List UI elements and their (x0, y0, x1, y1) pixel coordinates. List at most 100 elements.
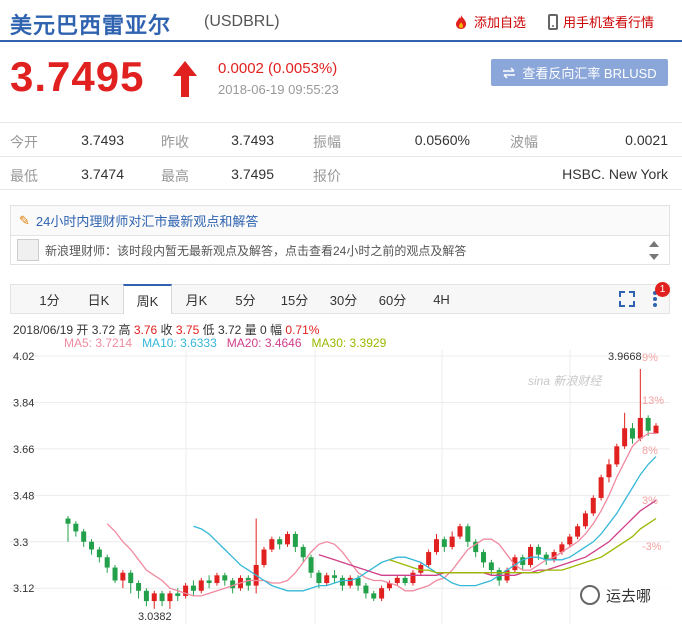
high-value: 3.76 (133, 323, 158, 337)
page-title: 美元巴西雷亚尔 (10, 13, 172, 38)
legend-ma30: MA30: 3.3929 (311, 336, 387, 350)
candle-body (614, 446, 620, 465)
amplitude-value: 0.71% (285, 323, 320, 337)
add-watchlist-button[interactable]: 添加自选 (453, 12, 526, 31)
candle-body (136, 583, 142, 591)
candle-body (528, 546, 534, 565)
candle-body (418, 564, 424, 573)
stat-label-open: 今开 (10, 134, 38, 150)
candle-body (120, 572, 126, 581)
reverse-rate-label: 查看反向汇率 BRLUSD (522, 66, 657, 81)
mobile-view-button[interactable]: 用手机查看行情 (548, 12, 654, 31)
candle-body (582, 513, 588, 527)
reverse-rate-button[interactable]: 查看反向汇率 BRLUSD (491, 59, 668, 86)
candle-body (73, 523, 79, 532)
candle-body (167, 593, 173, 602)
amplitude-label: 幅 (270, 323, 283, 337)
legend-ma10: MA10: 3.6333 (142, 336, 217, 350)
legend-ma5: MA5: 3.7214 (64, 336, 133, 350)
low-value-label: 3.0382 (138, 611, 172, 623)
candle-body (112, 567, 118, 581)
candle-body (128, 572, 134, 584)
opinions-heading: 24小时内理财师对汇市最新观点和解答 (35, 214, 259, 229)
tab-4h[interactable]: 4H (417, 285, 466, 313)
candle-body (457, 526, 463, 537)
opinions-message-row[interactable]: 新浪理财师：该时段内暂无最新观点及解答，点击查看24小时之前的观点及解答 (10, 235, 670, 265)
arrow-up-icon (173, 61, 197, 97)
y-tick-label: 3.12 (13, 583, 34, 595)
volume-label: 量 (244, 323, 257, 337)
legend-ma20: MA20: 3.4646 (226, 336, 302, 350)
candle-body (316, 572, 322, 584)
swap-icon (503, 66, 516, 79)
fullscreen-icon[interactable] (617, 289, 637, 309)
flame-icon (456, 14, 466, 29)
volume-value: 0 (260, 323, 267, 337)
candle-body (410, 572, 416, 584)
ma-line-ma20 (318, 499, 657, 576)
opinions-scroller[interactable] (649, 240, 659, 262)
candle-body (151, 593, 157, 602)
period-tabs: 1分 日K 周K 月K 5分 15分 30分 60分 4H (10, 284, 670, 314)
high-label: 高 (118, 323, 131, 337)
candle-body (143, 590, 149, 602)
sina-watermark: sina 新浪财经 (528, 374, 602, 388)
opinions-message: 新浪理财师：该时段内暂无最新观点及解答，点击查看24小时之前的观点及解答 (45, 243, 467, 258)
high-value-label: 3.9668 (608, 351, 642, 363)
opinions-header[interactable]: ✎ 24小时内理财师对汇市最新观点和解答 (10, 205, 670, 235)
tab-daily[interactable]: 日K (74, 285, 123, 313)
candle-body (363, 585, 369, 594)
stat-value-prev-close: 3.7493 (231, 132, 274, 148)
candle-body (81, 531, 87, 542)
stat-label-quoter: 报价 (313, 168, 341, 184)
candle-body (653, 425, 659, 434)
tab-30min[interactable]: 30分 (319, 285, 368, 313)
tab-60min[interactable]: 60分 (368, 285, 417, 313)
candle-body (159, 593, 165, 602)
chevron-up-icon[interactable] (649, 241, 659, 247)
tab-15min[interactable]: 15分 (270, 285, 319, 313)
kline-date: 2018/06/19 (13, 323, 74, 337)
candle-body (394, 577, 400, 584)
candle-body (206, 580, 212, 584)
stats-table: 今开 3.7493 昨收 3.7493 振幅 0.0560% 波幅 0.0021… (0, 122, 682, 190)
stat-value-range: 0.0021 (625, 132, 668, 148)
tab-monthly[interactable]: 月K (172, 285, 221, 313)
stat-value-open: 3.7493 (81, 132, 124, 148)
candle-body (175, 593, 181, 596)
candle-body (308, 557, 314, 573)
candle-body (198, 580, 204, 591)
candle-body (104, 557, 110, 568)
ma-line-ma5 (106, 432, 656, 597)
percent-tick-label: 13% (642, 395, 664, 407)
tab-5min[interactable]: 5分 (221, 285, 270, 313)
candle-body (590, 497, 596, 514)
tab-1min[interactable]: 1分 (25, 285, 74, 313)
stat-label-amplitude: 振幅 (313, 134, 341, 150)
chevron-down-icon[interactable] (649, 254, 659, 260)
candle-body (402, 577, 408, 584)
candle-body (567, 536, 573, 545)
candle-body (339, 577, 345, 586)
candle-body (269, 539, 275, 550)
stat-label-high: 最高 (161, 168, 189, 184)
candle-body (379, 588, 385, 599)
candle-body (575, 526, 581, 537)
add-watchlist-label: 添加自选 (474, 15, 527, 30)
quote-header: 美元巴西雷亚尔 (USDBRL) 添加自选 用手机查看行情 (0, 0, 682, 42)
candle-body (488, 562, 494, 571)
candle-body (606, 464, 612, 478)
candle-body (481, 552, 487, 563)
candle-body (222, 575, 228, 581)
kline-chart[interactable]: 4.023.843.663.483.33.129%13%8%3%-3%3.966… (10, 350, 670, 624)
pencil-icon: ✎ (19, 212, 30, 228)
tab-weekly[interactable]: 周K (123, 284, 172, 314)
candle-body (324, 575, 330, 584)
price-change: 0.0002 (0.0053%) (218, 60, 338, 77)
stat-label-range: 波幅 (510, 134, 538, 150)
candle-body (245, 577, 251, 586)
phone-icon (548, 13, 558, 30)
candle-body (622, 428, 628, 447)
close-label: 收 (160, 323, 173, 337)
candle-body (261, 549, 267, 565)
